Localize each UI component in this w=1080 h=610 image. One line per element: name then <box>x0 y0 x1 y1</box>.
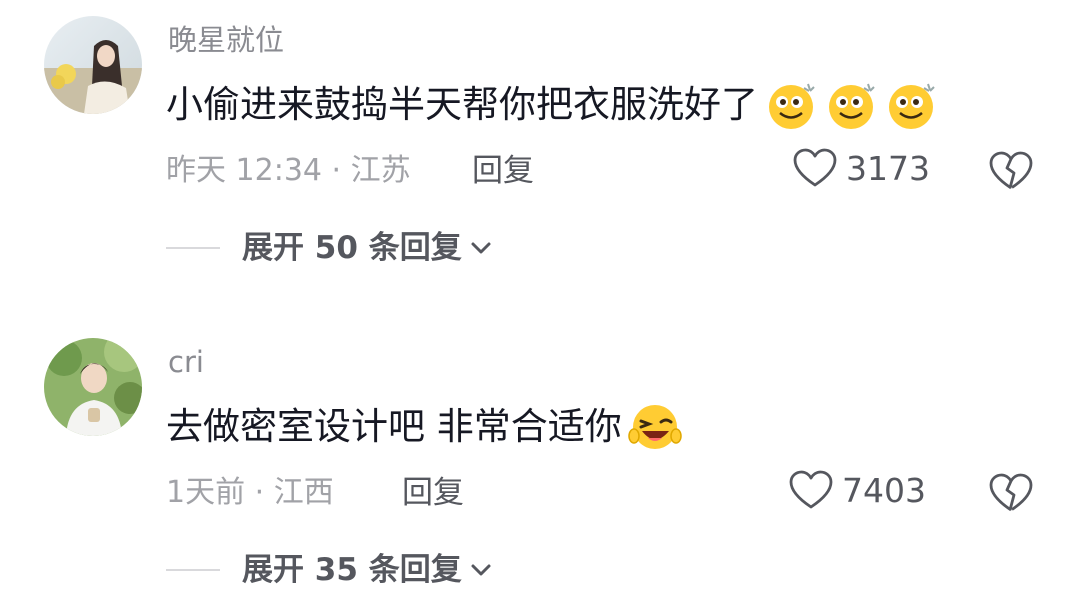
avatar[interactable] <box>44 338 142 436</box>
reply-button[interactable]: 回复 <box>472 150 534 192</box>
comment-text: 小偷进来鼓捣半天帮你把衣服洗好了 <box>166 78 938 132</box>
like-button[interactable]: 7403 <box>788 468 926 514</box>
expand-replies-button[interactable]: 展开 50 条回复 <box>166 226 494 270</box>
reply-button[interactable]: 回复 <box>402 472 464 514</box>
heart-icon <box>789 470 833 509</box>
laughing-wink-icon <box>628 400 682 454</box>
grin-sweat-icon <box>824 78 878 132</box>
username[interactable]: cri <box>168 342 204 382</box>
like-button[interactable]: 3173 <box>792 146 930 192</box>
comment-item: 晚星就位 小偷进来鼓捣半天帮你把衣服洗好了 昨天 12:34 · 江苏 回复 3… <box>0 0 1080 300</box>
comment-text-body: 去做密室设计吧 非常合适你 <box>166 405 622 448</box>
expand-replies-label: 展开 35 条回复 <box>242 552 462 588</box>
comment-text-body: 小偷进来鼓捣半天帮你把衣服洗好了 <box>166 83 758 126</box>
comment-meta: 昨天 12:34 · 江苏 <box>166 153 411 188</box>
comment-text: 去做密室设计吧 非常合适你 <box>166 400 682 454</box>
avatar[interactable] <box>44 16 142 114</box>
grin-sweat-icon <box>764 78 818 132</box>
grin-sweat-icon <box>884 78 938 132</box>
like-count: 7403 <box>842 471 926 510</box>
divider <box>166 247 220 249</box>
comment-item: cri 去做密室设计吧 非常合适你 1天前 · 江西 回复 7403 展开 35… <box>0 322 1080 610</box>
chevron-down-icon <box>471 564 491 576</box>
chevron-down-icon <box>471 242 491 254</box>
comment-meta: 1天前 · 江西 <box>166 475 334 510</box>
like-count: 3173 <box>846 149 930 188</box>
username[interactable]: 晚星就位 <box>168 20 284 60</box>
divider <box>166 569 220 571</box>
dislike-button[interactable] <box>988 470 1034 516</box>
broken-heart-icon <box>989 473 1033 512</box>
expand-replies-label: 展开 50 条回复 <box>242 230 462 266</box>
heart-icon <box>793 148 837 187</box>
expand-replies-button[interactable]: 展开 35 条回复 <box>166 548 494 592</box>
dislike-button[interactable] <box>988 148 1034 194</box>
broken-heart-icon <box>989 151 1033 190</box>
